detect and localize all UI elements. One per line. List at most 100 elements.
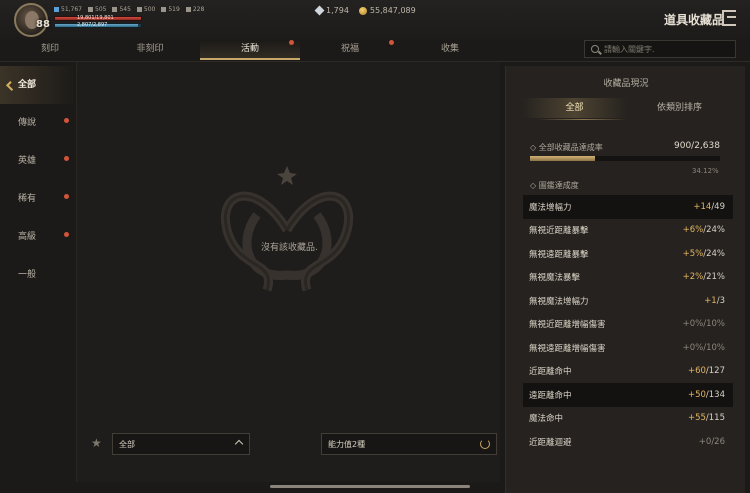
attack-icon (54, 7, 59, 12)
stat-value: +0%/10% (683, 319, 725, 329)
chevron-up-icon (234, 439, 244, 449)
tab-non-engraved[interactable]: 非刻印 (100, 40, 200, 60)
stat-value: +2%/21% (683, 272, 725, 282)
stat-gain: +0 (698, 436, 712, 447)
favorite-star-icon[interactable]: ★ (91, 436, 102, 450)
sidebar-item-legend[interactable]: 傳說 (0, 104, 76, 142)
stat-name: 遠距離命中 (529, 390, 572, 401)
stat-gain: +0% (682, 319, 704, 330)
gold-currency: 55,847,089 (358, 6, 416, 15)
completion-rate-label: ◇ 全部收藏品達成率 (530, 143, 603, 152)
player-level: 88 (36, 19, 50, 30)
stat-gain: +2% (682, 272, 704, 283)
completion-progress-bar (530, 156, 720, 161)
stat-value: +6%/24% (683, 225, 725, 235)
notification-dot (64, 118, 69, 123)
player-stats: 51,767 505 545 500 519 228 (54, 6, 204, 13)
exit-icon[interactable] (722, 10, 736, 26)
notification-dot (64, 194, 69, 199)
stat-bonus-row[interactable]: 無視近距離增幅傷害 +0%/10% (523, 313, 733, 337)
stat-bonus-row[interactable]: 魔法命中 +55/115 (523, 407, 733, 431)
stat-max: /134 (705, 389, 725, 400)
ability-filter-select[interactable]: 能力值2種 (321, 433, 497, 455)
stat-bonus-row[interactable]: 無視遠距離增幅傷害 +0%/10% (523, 336, 733, 360)
stat-max: /115 (705, 413, 725, 424)
notification-dot (64, 156, 69, 161)
stat-bonus-row[interactable]: 無視魔法暴擊 +2%/21% (523, 266, 733, 290)
sidebar-item-advanced[interactable]: 高級 (0, 218, 76, 256)
top-bar: 88 51,767 505 545 500 519 228 19,801/19,… (0, 0, 750, 40)
stat-name: 近距離命中 (529, 367, 572, 378)
sidebar-item-common[interactable]: 一般 (0, 256, 76, 294)
stat-max: /10% (703, 342, 725, 353)
collection-list-area: 沒有該收藏品. (77, 62, 500, 482)
grade-filter-select[interactable]: 全部 (112, 433, 250, 455)
diamond-currency: 1,794 (314, 5, 349, 16)
stat-max: /24% (703, 225, 725, 236)
completion-progress-fill (530, 156, 595, 161)
stat-name: 無視魔法增幅力 (529, 296, 589, 307)
diamond-icon (314, 5, 325, 16)
stat-bonus-row[interactable]: 近距離迴避 +0/26 (523, 430, 733, 454)
stat-defense: 505 (88, 6, 106, 13)
stat-magic: 500 (136, 6, 155, 13)
stat-bonus-row[interactable]: 遠距離命中 +50/134 (523, 383, 733, 407)
stat-value: +55/115 (688, 413, 725, 423)
stat-bonus-row[interactable]: 無視近距離暴擊 +6%/24% (523, 219, 733, 243)
search-input[interactable] (604, 44, 724, 54)
stat-value: +50/134 (688, 390, 725, 400)
sidebar-item-hero[interactable]: 英雄 (0, 142, 76, 180)
stat-bonus-row[interactable]: 魔法增幅力 +14/49 (523, 195, 733, 219)
collection-status-panel: 收藏品現況 全部 依類別排序 ◇ 全部收藏品達成率 900/2,638 34.1… (505, 66, 745, 493)
empty-emblem-icon (221, 166, 353, 292)
refresh-icon[interactable] (480, 439, 490, 449)
home-indicator (270, 485, 470, 488)
stat-gain: +0% (682, 342, 704, 353)
category-tabs: 刻印 非刻印 活動 祝福 收集 (0, 40, 500, 60)
sidebar-item-rare[interactable]: 稀有 (0, 180, 76, 218)
notification-dot (64, 232, 69, 237)
stat-name: 無視近距離增幅傷害 (529, 320, 606, 331)
stat-bonus-row[interactable]: 無視遠距離暴擊 +5%/24% (523, 242, 733, 266)
stat-weight: 228 (185, 6, 204, 13)
segment-sort-by-category[interactable]: 依類別排序 (627, 98, 732, 118)
stat-value: +1/3 (704, 296, 725, 306)
segment-all[interactable]: 全部 (522, 98, 627, 118)
panel-title: 收藏品現況 (603, 79, 649, 89)
stat-max: /127 (705, 366, 725, 377)
tab-event[interactable]: 活動 (200, 40, 300, 60)
sidebar-item-all[interactable]: 全部 (0, 66, 76, 104)
stat-name: 魔法增幅力 (529, 202, 572, 213)
notification-dot (389, 40, 394, 45)
bow-icon (112, 7, 118, 12)
stat-max: /21% (703, 272, 725, 283)
stat-name: 無視近距離暴擊 (529, 226, 589, 237)
stat-max: /3 (716, 295, 725, 306)
codex-label: ◇ 圖鑑達成度 (530, 181, 579, 190)
tab-collect[interactable]: 收集 (400, 40, 500, 60)
stat-gain: +5% (682, 248, 704, 259)
stat-max: /26 (711, 436, 725, 447)
page-title: 道具收藏品 (664, 13, 725, 27)
stat-evasion: 519 (161, 6, 180, 13)
stat-gain: +6% (682, 225, 704, 236)
hp-bar: 19,801/19,801 (54, 15, 142, 21)
stat-value: +0/26 (699, 437, 725, 447)
stat-gain: +1 (704, 295, 717, 306)
completion-percent: 34.12% (692, 167, 719, 175)
staff-icon (136, 7, 142, 12)
stat-value: +14/49 (693, 202, 725, 212)
stat-name: 近距離迴避 (529, 437, 572, 448)
stat-max: /24% (703, 248, 725, 259)
boot-icon (161, 7, 167, 12)
status-segment: 全部 依類別排序 (522, 98, 732, 118)
tab-engraved[interactable]: 刻印 (0, 40, 100, 60)
tab-blessing[interactable]: 祝福 (300, 40, 400, 60)
stat-bonus-row[interactable]: 無視魔法增幅力 +1/3 (523, 289, 733, 313)
empty-message: 沒有該收藏品. (261, 243, 318, 253)
stat-name: 魔法命中 (529, 414, 564, 425)
stat-max: /10% (703, 319, 725, 330)
stat-name: 無視遠距離暴擊 (529, 249, 589, 260)
stat-bonus-row[interactable]: 近距離命中 +60/127 (523, 360, 733, 384)
search-box[interactable] (584, 40, 736, 58)
